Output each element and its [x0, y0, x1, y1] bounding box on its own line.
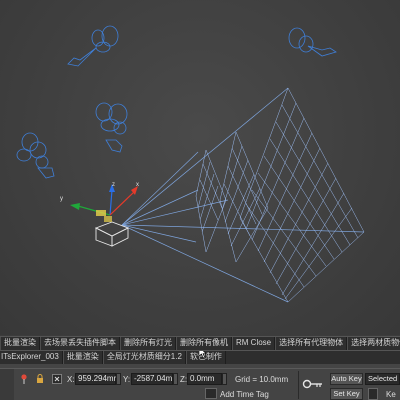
script-button-global-subdivs[interactable]: 全局灯光材质细分1.2 [102, 351, 186, 364]
z-spinner[interactable] [222, 373, 227, 385]
status-divider [298, 371, 299, 399]
script-button-delete-all-cameras[interactable]: 删除所有像机 [176, 337, 232, 350]
z-coordinate-field[interactable]: 0.0mm [187, 373, 222, 385]
script-button-batch-render[interactable]: 批量渲染 [0, 337, 40, 350]
add-time-tag-button[interactable]: Add Time Tag [220, 390, 269, 399]
script-button-remove-missing-plugins[interactable]: 去场景丢失插件脚本 [40, 337, 120, 350]
svg-text:y: y [60, 196, 63, 202]
y-coordinate-field[interactable]: -2587.04m [131, 373, 173, 385]
script-button-select-two-material[interactable]: 选择两材质物体 [347, 337, 400, 350]
add-time-tag-icon[interactable] [205, 388, 217, 399]
light-fixture-4[interactable] [16, 132, 55, 179]
grid-plane-mid[interactable] [219, 131, 269, 263]
set-key-button[interactable]: Set Key [330, 388, 363, 400]
svg-text:x: x [136, 182, 139, 188]
script-button-batch-render-2[interactable]: 批量渲染 [62, 351, 103, 364]
pin-icon[interactable] [19, 374, 29, 384]
light-fixture-1[interactable] [67, 25, 119, 67]
lock-icon[interactable] [35, 374, 45, 384]
x-label: X: [67, 375, 75, 384]
light-fixture-2[interactable] [288, 27, 337, 57]
key-mode-select[interactable]: Selected [365, 373, 400, 385]
grid-plane-far[interactable] [239, 87, 365, 303]
svg-text:z: z [112, 182, 115, 188]
script-button-rm-close[interactable]: RM Close [232, 337, 276, 350]
script-button-select-proxies[interactable]: 选择所有代理物体 [275, 337, 348, 350]
key-icon[interactable] [302, 377, 324, 391]
x-spinner[interactable] [116, 373, 121, 385]
y-label: Y: [123, 375, 131, 384]
viewport-scene: z y x [16, 25, 365, 303]
key-filter-icon[interactable] [368, 388, 378, 400]
camera-frustum [121, 87, 365, 303]
key-filters-label[interactable]: Ke [386, 390, 396, 399]
y-spinner[interactable] [173, 373, 178, 385]
transform-gizmo[interactable]: z y x [60, 182, 139, 222]
status-bar: X: 959.294mr Y: -2587.04m Z: 0.0mm Grid … [0, 368, 400, 400]
viewport-perspective[interactable]: z y x [0, 0, 400, 335]
script-toolbar-row2: ITsExplorer_003 批量渲染 全局灯光材质细分1.2 软包制作 [0, 350, 400, 364]
light-fixture-3[interactable] [95, 102, 128, 153]
script-button-itsexplorer[interactable]: ITsExplorer_003 [0, 351, 63, 364]
script-toolbar-row1: 批量渲染 去场景丢失插件脚本 删除所有灯光 删除所有像机 RM Close 选择… [0, 336, 400, 350]
grid-size-label: Grid = 10.0mm [235, 375, 289, 384]
mouse-cursor-icon [199, 351, 207, 358]
script-button-delete-all-lights[interactable]: 删除所有灯光 [120, 337, 176, 350]
absolute-mode-icon[interactable] [52, 374, 62, 384]
grid-plane-near[interactable] [195, 149, 227, 253]
auto-key-button[interactable]: Auto Key [330, 373, 363, 385]
x-coordinate-field[interactable]: 959.294mr [75, 373, 116, 385]
status-left-panel [0, 369, 14, 400]
